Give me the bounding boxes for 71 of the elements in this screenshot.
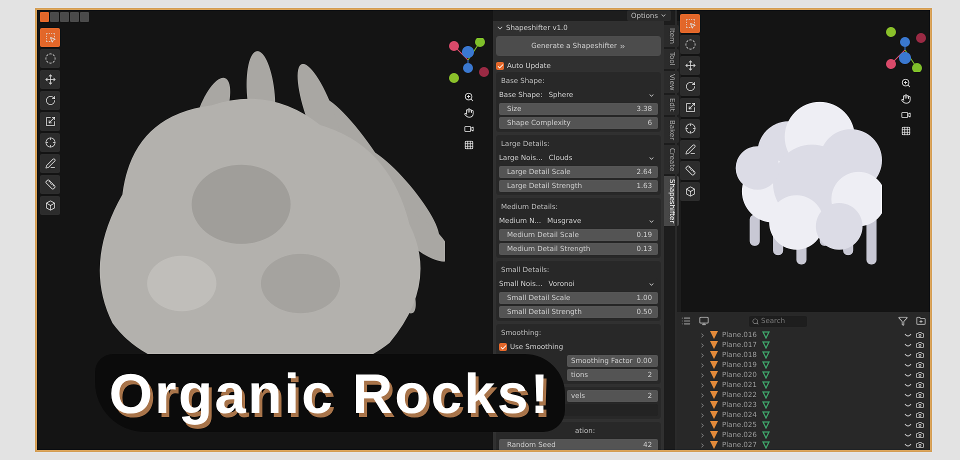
- tool-button[interactable]: [680, 182, 700, 201]
- grid-icon[interactable]: [464, 140, 474, 150]
- tool-button[interactable]: [40, 133, 60, 152]
- list-icon[interactable]: [681, 316, 691, 326]
- tool-button[interactable]: [680, 140, 700, 159]
- camera-icon[interactable]: [916, 441, 924, 449]
- tool-button[interactable]: [680, 161, 700, 180]
- camera-icon[interactable]: [916, 421, 924, 429]
- double-chevron-icon: [618, 42, 626, 50]
- move-arrows-icon: [44, 74, 56, 85]
- select-box-icon: [44, 32, 56, 43]
- ruler-icon: [44, 179, 56, 190]
- zoom-icon[interactable]: [464, 92, 474, 102]
- tool-button[interactable]: [40, 112, 60, 131]
- cube-icon: [44, 200, 56, 211]
- camera-icon[interactable]: [916, 381, 924, 389]
- tool-button[interactable]: [680, 119, 700, 138]
- tool-button[interactable]: [40, 196, 60, 215]
- hand-icon[interactable]: [464, 108, 474, 118]
- crosshair-icon: [684, 123, 696, 134]
- move-arrows-icon: [684, 60, 696, 71]
- crosshair-icon: [44, 137, 56, 148]
- search-icon: [752, 318, 759, 324]
- tool-button[interactable]: [40, 70, 60, 89]
- tool-button[interactable]: [40, 91, 60, 110]
- scale-icon: [44, 116, 56, 127]
- zoom-icon[interactable]: [901, 78, 911, 88]
- camera-icon[interactable]: [916, 341, 924, 349]
- camera-icon[interactable]: [916, 331, 924, 339]
- rotate-icon: [684, 81, 696, 92]
- ruler-icon: [684, 165, 696, 176]
- rotate-icon: [44, 95, 56, 106]
- camera-icon[interactable]: [916, 411, 924, 419]
- camera-icon[interactable]: [916, 391, 924, 399]
- camera-icon[interactable]: [916, 371, 924, 379]
- camera-icon[interactable]: [916, 401, 924, 409]
- tool-button[interactable]: [680, 56, 700, 75]
- select-box-icon: [684, 18, 696, 29]
- axis-gizmo-drawing[interactable]: [446, 38, 492, 86]
- tool-button[interactable]: [40, 154, 60, 173]
- pen-icon: [684, 144, 696, 155]
- camera-icon[interactable]: [916, 351, 924, 359]
- filter-icon[interactable]: [898, 316, 908, 326]
- tool-button[interactable]: [40, 175, 60, 194]
- caret-icon: [648, 218, 656, 224]
- caret-icon: [648, 280, 656, 288]
- folder-plus-icon[interactable]: [916, 316, 926, 326]
- pen-icon: [44, 158, 56, 169]
- tool-button[interactable]: [680, 98, 700, 117]
- caret-icon: [648, 92, 656, 98]
- banner-title: Organic Rocks!: [109, 360, 551, 426]
- tool-button[interactable]: [40, 49, 60, 68]
- cube-icon: [684, 186, 696, 197]
- grid-icon[interactable]: [901, 126, 911, 136]
- checkbox[interactable]: [499, 343, 507, 351]
- camera-icon[interactable]: [464, 124, 474, 134]
- tool-button[interactable]: [680, 35, 700, 54]
- camera-icon[interactable]: [916, 431, 924, 439]
- dashed-circle-icon: [44, 53, 56, 64]
- monitor-icon[interactable]: [699, 316, 709, 326]
- checkbox[interactable]: [496, 62, 504, 70]
- axis-gizmo-drawing[interactable]: [883, 24, 929, 72]
- chevron-icon[interactable]: [496, 24, 504, 32]
- dashed-circle-icon: [684, 39, 696, 50]
- camera-icon[interactable]: [916, 361, 924, 369]
- caret-icon: [648, 154, 656, 162]
- caret-icon: [660, 12, 667, 19]
- hand-icon[interactable]: [901, 94, 911, 104]
- camera-icon[interactable]: [901, 110, 911, 120]
- scale-icon: [684, 102, 696, 113]
- tool-button[interactable]: [680, 77, 700, 96]
